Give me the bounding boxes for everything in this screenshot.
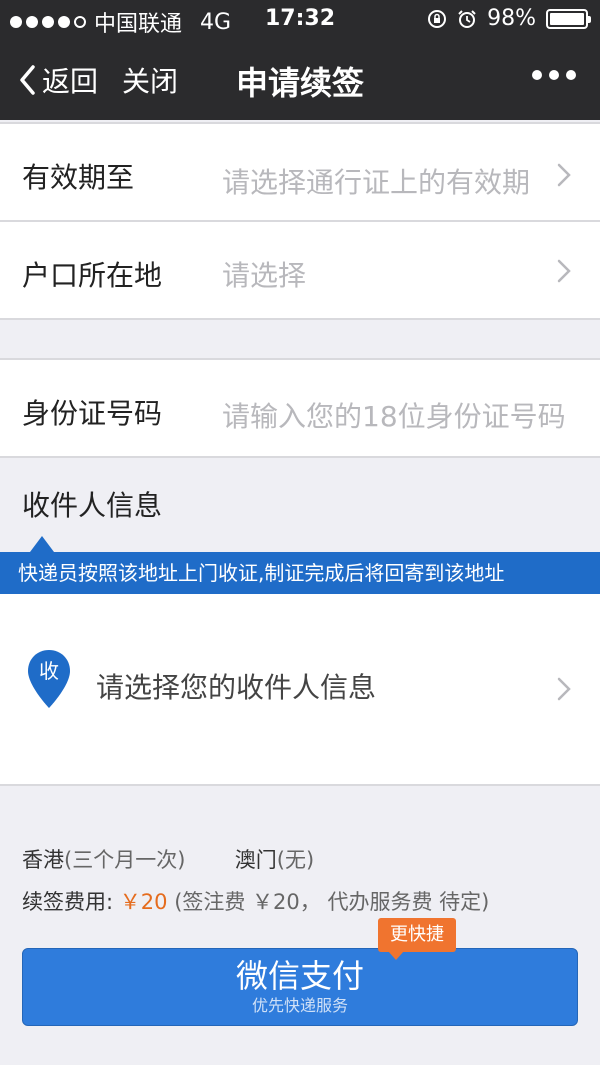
status-bar: 中国联通 4G 17:32 98% [0,0,600,40]
chevron-right-icon [557,677,571,701]
valid-until-placeholder: 请选择通行证上的有效期 [222,166,531,199]
fee-price: ￥20 [119,890,168,914]
id-number-input[interactable]: 请输入您的18位身份证号码 [222,395,566,435]
rotation-lock-icon [428,9,447,28]
location-pin-icon: 收 [28,650,70,708]
battery-percent: 98% [487,6,536,31]
pay-button-label: 微信支付 [235,957,364,995]
hk-value: (三个月一次) [64,848,186,872]
hukou-row[interactable]: 户口所在地 请选择 [0,222,600,318]
recipient-select-label: 请选择您的收件人信息 [96,671,377,704]
visa-frequency-line: 香港(三个月一次) 澳门(无) [22,844,314,874]
alarm-icon [458,9,476,28]
id-number-label: 身份证号码 [22,397,163,430]
courier-notice-banner: 快递员按照该地址上门收证,制证完成后将回寄到该地址 [0,552,600,594]
status-right: 98% [427,6,591,31]
fee-detail: (签注费 ￥20， 代办服务费 待定) [174,890,490,914]
hk-label: 香港 [22,848,64,872]
recipient-select-row[interactable]: 收 请选择您的收件人信息 [0,594,600,784]
more-dots-icon[interactable] [532,70,576,80]
row-divider [0,456,600,458]
macau-label: 澳门 [234,848,277,872]
notice-arrow [30,536,54,552]
valid-until-row[interactable]: 有效期至 请选择通行证上的有效期 [0,124,600,220]
valid-until-label: 有效期至 [22,161,135,194]
pin-char: 收 [39,659,59,683]
recipient-section-title: 收件人信息 [22,489,163,522]
macau-value: (无) [276,848,315,872]
chevron-right-icon [557,163,571,187]
fee-label: 续签费用: [22,890,114,914]
row-divider [0,784,600,786]
pay-button-sublabel: 优先快递服务 [251,996,348,1015]
wechat-pay-button[interactable]: 微信支付 优先快递服务 [22,948,578,1026]
row-divider [0,318,600,320]
page-title: 申请续签 [235,64,364,102]
chevron-right-icon [557,259,571,283]
id-number-row[interactable]: 身份证号码 请输入您的18位身份证号码 [0,360,600,456]
nav-bar: 返回 关闭 申请续签 [0,40,600,120]
hukou-placeholder: 请选择 [222,259,307,292]
faster-badge: 更快捷 [378,918,456,960]
fee-line: 续签费用: ￥20 (签注费 ￥20， 代办服务费 待定) [22,886,489,916]
hukou-label: 户口所在地 [22,259,163,292]
battery-icon [546,8,591,29]
